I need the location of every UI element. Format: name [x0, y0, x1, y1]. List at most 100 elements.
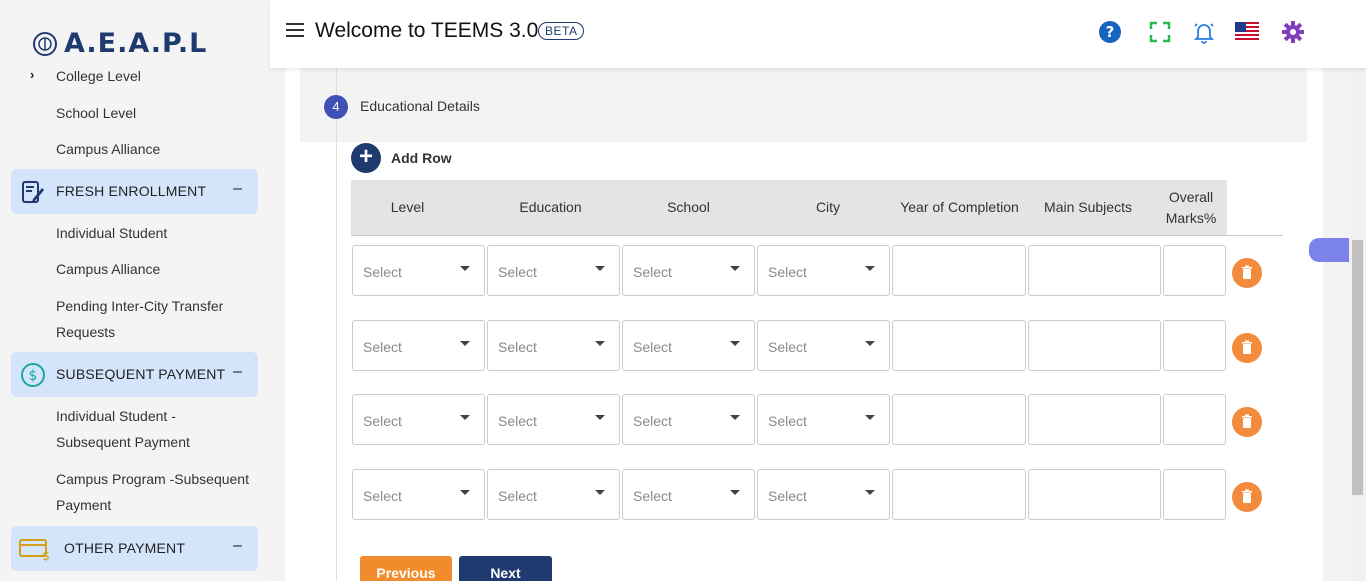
- overall-marks-input[interactable]: [1163, 394, 1226, 445]
- chevron-right-icon[interactable]: ›: [30, 67, 34, 82]
- city-select[interactable]: Select: [757, 394, 890, 445]
- sidebar-item-individual-subsequent-cont[interactable]: Subsequent Payment: [56, 429, 190, 455]
- overall-marks-input[interactable]: [1163, 245, 1226, 296]
- level-select[interactable]: Select: [352, 469, 485, 520]
- collapse-icon[interactable]: –: [233, 537, 242, 555]
- dropdown-caret-icon: [730, 341, 740, 346]
- collapse-icon[interactable]: –: [233, 180, 242, 198]
- select-placeholder: Select: [633, 339, 672, 355]
- city-select[interactable]: Select: [757, 469, 890, 520]
- svg-text:$: $: [42, 549, 50, 562]
- overall-marks-input[interactable]: [1163, 320, 1226, 371]
- school-select[interactable]: Select: [622, 245, 755, 296]
- select-placeholder: Select: [768, 339, 807, 355]
- sidebar-item-campus-alliance[interactable]: Campus Alliance: [56, 136, 160, 162]
- svg-text:?: ?: [1106, 23, 1115, 41]
- delete-row-button[interactable]: [1232, 333, 1262, 363]
- delete-row-button[interactable]: [1232, 258, 1262, 288]
- select-placeholder: Select: [633, 264, 672, 280]
- fullscreen-icon[interactable]: [1148, 20, 1172, 44]
- sidebar-group-label: SUBSEQUENT PAYMENT: [56, 366, 226, 382]
- side-panel-tab[interactable]: [1309, 238, 1350, 262]
- education-select[interactable]: Select: [487, 320, 620, 371]
- select-placeholder: Select: [633, 413, 672, 429]
- dropdown-caret-icon: [595, 341, 605, 346]
- sidebar-group-other-payment[interactable]: $ OTHER PAYMENT –: [11, 526, 258, 571]
- dropdown-caret-icon: [460, 415, 470, 420]
- dropdown-caret-icon: [595, 415, 605, 420]
- step-number: 4: [324, 95, 348, 119]
- logo-area: A.E.A.P.L: [0, 0, 270, 66]
- previous-button[interactable]: Previous: [360, 556, 452, 581]
- top-header: Welcome to TEEMS 3.0 BETA ?: [270, 0, 1366, 68]
- delete-row-button[interactable]: [1232, 407, 1262, 437]
- scrollbar[interactable]: [1349, 68, 1366, 581]
- main-subjects-input[interactable]: [1028, 320, 1161, 371]
- year-of-completion-input[interactable]: [892, 245, 1026, 296]
- year-of-completion-input[interactable]: [892, 394, 1026, 445]
- logo[interactable]: A.E.A.P.L: [32, 28, 207, 59]
- dropdown-caret-icon: [865, 341, 875, 346]
- add-row-button[interactable]: + Add Row: [351, 143, 452, 173]
- select-placeholder: Select: [363, 339, 402, 355]
- education-select[interactable]: Select: [487, 469, 620, 520]
- sidebar-item-college-level[interactable]: College Level: [56, 63, 141, 89]
- delete-row-button[interactable]: [1232, 482, 1262, 512]
- page-title: Welcome to TEEMS 3.0: [315, 19, 539, 42]
- school-select[interactable]: Select: [622, 469, 755, 520]
- education-select[interactable]: Select: [487, 245, 620, 296]
- sidebar-item-campus-alliance-enroll[interactable]: Campus Alliance: [56, 256, 160, 282]
- sidebar-group-subsequent-payment[interactable]: $ SUBSEQUENT PAYMENT –: [11, 352, 258, 397]
- sidebar-item-pending-transfer[interactable]: Pending Inter-City Transfer: [56, 293, 223, 319]
- trash-icon: [1242, 414, 1252, 428]
- us-flag-icon[interactable]: [1235, 22, 1259, 40]
- select-placeholder: Select: [363, 413, 402, 429]
- sidebar-item-individual-subsequent[interactable]: Individual Student -: [56, 403, 176, 429]
- sidebar-item-pending-transfer-cont[interactable]: Requests: [56, 319, 115, 345]
- dropdown-caret-icon: [460, 341, 470, 346]
- education-select[interactable]: Select: [487, 394, 620, 445]
- level-select[interactable]: Select: [352, 320, 485, 371]
- main-subjects-input[interactable]: [1028, 245, 1161, 296]
- column-header-marks: Overall Marks%: [1165, 188, 1217, 226]
- sidebar-group-label: OTHER PAYMENT: [64, 540, 186, 556]
- city-select[interactable]: Select: [757, 320, 890, 371]
- settings-gear-icon[interactable]: [1281, 20, 1305, 44]
- plus-circle-icon: +: [351, 143, 381, 173]
- year-of-completion-input[interactable]: [892, 469, 1026, 520]
- dropdown-caret-icon: [865, 415, 875, 420]
- year-of-completion-input[interactable]: [892, 320, 1026, 371]
- dropdown-caret-icon: [865, 266, 875, 271]
- main-subjects-input[interactable]: [1028, 469, 1161, 520]
- stepper-line: [336, 68, 337, 581]
- sidebar-item-school-level[interactable]: School Level: [56, 100, 136, 126]
- sidebar-group-fresh-enrollment[interactable]: FRESH ENROLLMENT –: [11, 169, 258, 214]
- logo-text: A.E.A.P.L: [64, 28, 208, 59]
- sidebar-item-individual-student[interactable]: Individual Student: [56, 220, 167, 246]
- school-select[interactable]: Select: [622, 320, 755, 371]
- level-select[interactable]: Select: [352, 394, 485, 445]
- next-button[interactable]: Next: [459, 556, 552, 581]
- help-icon[interactable]: ?: [1098, 20, 1122, 44]
- sidebar: › College Level School Level Campus Alli…: [0, 0, 270, 581]
- edit-form-icon: [22, 181, 44, 203]
- trash-icon: [1242, 340, 1252, 354]
- sidebar-item-campus-program-subsequent[interactable]: Campus Program -Subsequent: [56, 466, 249, 492]
- school-select[interactable]: Select: [622, 394, 755, 445]
- select-placeholder: Select: [498, 264, 537, 280]
- column-header-education: Education: [519, 199, 582, 215]
- level-select[interactable]: Select: [352, 245, 485, 296]
- overall-marks-input[interactable]: [1163, 469, 1226, 520]
- city-select[interactable]: Select: [757, 245, 890, 296]
- hamburger-menu-icon[interactable]: [286, 23, 304, 39]
- beta-badge: BETA: [538, 22, 585, 40]
- main-subjects-input[interactable]: [1028, 394, 1161, 445]
- dropdown-caret-icon: [730, 415, 740, 420]
- sidebar-item-campus-program-subsequent-cont[interactable]: Payment: [56, 492, 111, 518]
- add-row-label: Add Row: [391, 150, 452, 166]
- column-header-city: City: [815, 199, 841, 215]
- notification-bell-icon[interactable]: [1192, 20, 1216, 44]
- scrollbar-thumb[interactable]: [1352, 240, 1363, 495]
- collapse-icon[interactable]: –: [233, 363, 242, 381]
- header-divider: [351, 235, 1283, 236]
